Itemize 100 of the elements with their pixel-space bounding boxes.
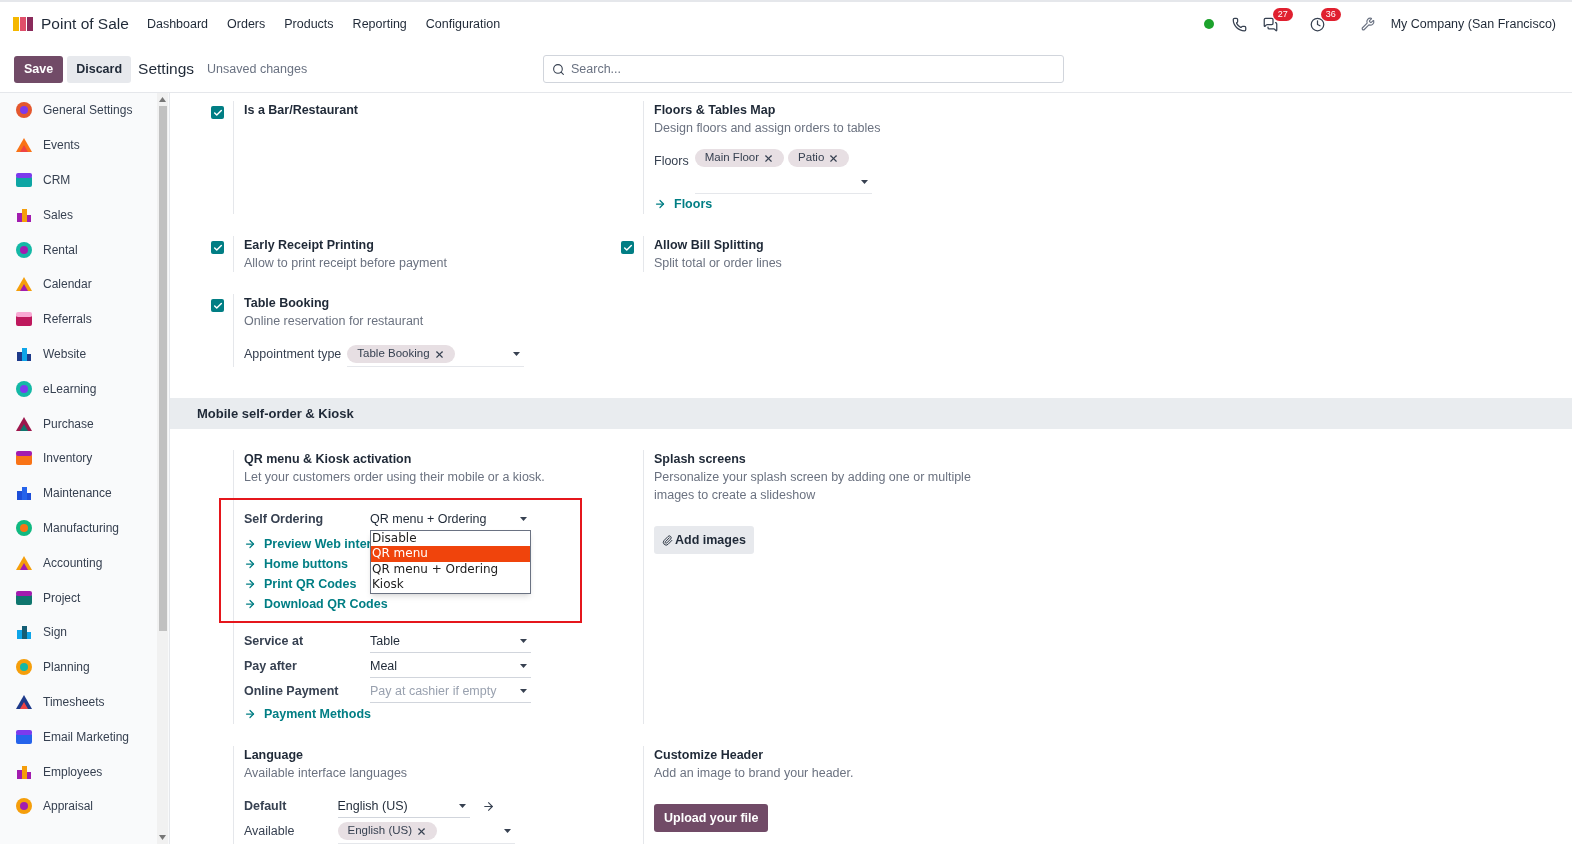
notification-badge: 36 <box>1320 7 1341 21</box>
remove-icon[interactable] <box>416 825 428 837</box>
sidebar-item[interactable]: General Settings <box>0 93 157 128</box>
dropdown-option[interactable]: Kiosk <box>371 577 530 593</box>
upload-button[interactable]: Upload your file <box>654 804 769 832</box>
setting-title: Customize Header <box>654 747 765 764</box>
sidebar-item[interactable]: CRM <box>0 162 157 198</box>
app-icon <box>15 275 33 294</box>
company-switcher[interactable]: My Company (San Francisco) <box>1390 14 1556 34</box>
action-link[interactable]: Home buttons <box>244 554 349 574</box>
caret-icon <box>520 664 527 668</box>
checkbox[interactable] <box>211 241 224 254</box>
sidebar-item[interactable]: Employees <box>0 754 157 789</box>
app-icon <box>15 797 33 816</box>
field-label: Service at <box>244 633 305 651</box>
action-link[interactable]: Payment Methods <box>244 704 371 724</box>
sidebar-item[interactable]: eLearning <box>0 371 157 407</box>
field-label: Default <box>244 798 288 816</box>
field-label: Self Ordering <box>244 511 325 529</box>
internal-link-icon[interactable] <box>481 800 495 813</box>
scrollbar[interactable] <box>157 93 168 844</box>
app-icon <box>15 240 33 259</box>
setting-description: Allow to print receipt before payment <box>244 255 447 272</box>
action-link[interactable]: Download QR Codes <box>244 594 388 614</box>
tags-field[interactable]: Main Floor Patio <box>694 149 872 194</box>
field-label: Online Payment <box>244 683 340 701</box>
action-link[interactable]: Print QR Codes <box>244 574 357 594</box>
sidebar-item[interactable]: Website <box>0 336 157 372</box>
search-field[interactable]: Search... <box>543 55 1064 83</box>
sidebar-item[interactable]: Appraisal <box>0 788 157 824</box>
action-link[interactable]: Preview Web inter <box>244 534 372 554</box>
sidebar-item[interactable]: Rental <box>0 232 157 267</box>
check-icon <box>622 242 633 253</box>
setting-title: Allow Bill Splitting <box>654 237 765 254</box>
sidebar-item[interactable]: Sales <box>0 197 157 233</box>
dropdown-option[interactable]: QR menu <box>371 546 530 562</box>
action-link[interactable]: Floors <box>654 194 713 214</box>
dropdown-option[interactable]: QR menu + Ordering <box>371 561 530 577</box>
setting-title: Is a Bar/Restaurant <box>244 102 358 119</box>
sidebar-item[interactable]: Maintenance <box>0 475 157 511</box>
add-images-button[interactable]: Add images <box>654 526 754 554</box>
setting-title: Table Booking <box>244 295 331 312</box>
remove-icon[interactable] <box>433 348 445 360</box>
clock-icon[interactable] <box>1309 16 1325 32</box>
select-field[interactable]: Table <box>370 630 531 653</box>
app-icon <box>15 379 33 398</box>
field-label: Available <box>244 823 296 840</box>
menu-item[interactable]: Reporting <box>352 14 407 34</box>
app-icon <box>15 658 33 677</box>
arrow-icon <box>244 558 256 570</box>
tag: Table Booking <box>347 345 455 363</box>
dropdown-option[interactable]: Disable <box>371 530 530 546</box>
menu-item[interactable]: Configuration <box>425 14 501 34</box>
setting-title: Early Receipt Printing <box>244 237 375 254</box>
checkbox[interactable] <box>211 106 224 119</box>
sidebar-item[interactable]: Events <box>0 127 157 163</box>
caret-icon <box>520 517 527 521</box>
sidebar-item[interactable]: Purchase <box>0 406 157 441</box>
sidebar-item[interactable]: Inventory <box>0 440 157 476</box>
sidebar-item[interactable]: Project <box>0 580 157 615</box>
phone-icon[interactable] <box>1231 16 1247 32</box>
app-icon <box>15 449 33 468</box>
sidebar-item[interactable]: Email Marketing <box>0 719 157 755</box>
app-icon <box>15 588 33 607</box>
app-icon <box>15 484 33 503</box>
paperclip-icon <box>662 534 673 546</box>
sidebar-item[interactable]: Sign <box>0 614 157 650</box>
app-logo <box>12 16 34 32</box>
setting-title: QR menu & Kiosk activation <box>244 451 413 468</box>
checkbox[interactable] <box>211 299 224 312</box>
sidebar-item[interactable]: Referrals <box>0 301 157 337</box>
search-icon <box>552 62 565 76</box>
discard-button[interactable]: Discard <box>67 55 132 83</box>
tags-field[interactable]: Table Booking <box>347 342 525 367</box>
scroll-up-icon[interactable] <box>159 97 166 102</box>
remove-icon[interactable] <box>763 152 775 164</box>
save-button[interactable]: Save <box>14 55 64 83</box>
unsaved-status: Unsaved changes <box>207 60 308 78</box>
menu-item[interactable]: Orders <box>227 14 266 34</box>
sidebar-item[interactable]: Planning <box>0 649 157 685</box>
setting-title: Splash screens <box>654 451 747 468</box>
chat-icon[interactable] <box>1262 16 1278 32</box>
menu-item[interactable]: Products <box>284 14 334 34</box>
tags-field[interactable]: English (US) <box>337 819 515 844</box>
menu-item[interactable]: Dashboard <box>146 14 209 34</box>
setting-description: Add an image to brand your header. <box>654 765 854 782</box>
remove-icon[interactable] <box>828 152 840 164</box>
arrow-icon <box>244 538 256 550</box>
sidebar-item[interactable]: Accounting <box>0 545 157 581</box>
sidebar-item[interactable]: Manufacturing <box>0 510 157 546</box>
app-name[interactable]: Point of Sale <box>41 12 129 36</box>
app-icon <box>15 136 33 155</box>
scroll-down-icon[interactable] <box>159 835 166 840</box>
tools-icon[interactable] <box>1360 17 1375 31</box>
select-field[interactable]: Meal <box>370 655 531 678</box>
sidebar-item[interactable]: Calendar <box>0 267 157 302</box>
select-field[interactable]: English (US) <box>337 795 470 818</box>
breadcrumb: Settings <box>138 59 195 80</box>
sidebar-item[interactable]: Timesheets <box>0 684 157 720</box>
checkbox[interactable] <box>621 241 634 254</box>
